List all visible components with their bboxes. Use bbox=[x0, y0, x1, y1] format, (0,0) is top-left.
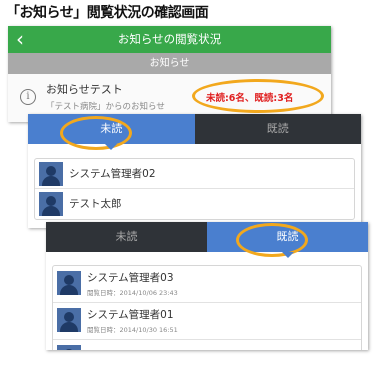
avatar bbox=[57, 308, 81, 332]
user-list: システム管理者02 テスト太郎 bbox=[34, 158, 355, 220]
user-name: システム管理者02 bbox=[69, 168, 156, 180]
tab-unread-label: 未読 bbox=[115, 230, 138, 243]
highlight-oval-counts bbox=[192, 79, 324, 113]
list-item[interactable]: テスト太郎 bbox=[35, 189, 354, 219]
avatar bbox=[57, 345, 81, 350]
viewed-datetime: 閲覧日時：2014/10/06 23:43 bbox=[87, 289, 178, 297]
user-name: テスト太郎 bbox=[69, 198, 122, 210]
avatar bbox=[39, 162, 63, 186]
tab-read-label: 既読 bbox=[266, 122, 289, 135]
user-name: システム管理者03 bbox=[87, 272, 174, 284]
list-item[interactable]: システム管理者03 閲覧日時：2014/10/06 23:43 bbox=[53, 266, 361, 303]
page-caption: 「お知らせ」閲覧状況の確認画面 bbox=[6, 5, 209, 21]
active-tab-arrow bbox=[105, 144, 118, 150]
notice-title: お知らせテスト bbox=[46, 83, 123, 96]
page-title: お知らせの閲覧状況 bbox=[117, 32, 222, 46]
header-bar: ‹ お知らせの閲覧状況 bbox=[8, 26, 331, 53]
avatar bbox=[57, 271, 81, 295]
tab-unread[interactable]: 未読 bbox=[46, 222, 207, 252]
tab-bar: 未読 既読 bbox=[46, 222, 368, 258]
highlight-oval-unread bbox=[60, 116, 132, 150]
notice-source: 「テスト病院」からのお知らせ bbox=[46, 102, 165, 112]
list-item[interactable] bbox=[53, 340, 361, 350]
info-icon: i bbox=[20, 89, 36, 105]
avatar bbox=[39, 192, 63, 216]
list-item[interactable]: システム管理者02 bbox=[35, 159, 354, 189]
list-item[interactable]: システム管理者01 閲覧日時：2014/10/30 16:51 bbox=[53, 303, 361, 340]
section-header: お知らせ bbox=[8, 53, 331, 74]
tab-read[interactable]: 既読 bbox=[194, 114, 361, 144]
active-tab-arrow bbox=[281, 252, 294, 258]
highlight-oval-read bbox=[236, 223, 308, 257]
read-list-panel: 未読 既読 システム管理者03 閲覧日時：2014/10/06 23:43 シス… bbox=[46, 222, 368, 350]
viewed-datetime: 閲覧日時：2014/10/30 16:51 bbox=[87, 326, 178, 334]
user-list: システム管理者03 閲覧日時：2014/10/06 23:43 システム管理者0… bbox=[52, 265, 362, 350]
user-name: システム管理者01 bbox=[87, 309, 174, 321]
